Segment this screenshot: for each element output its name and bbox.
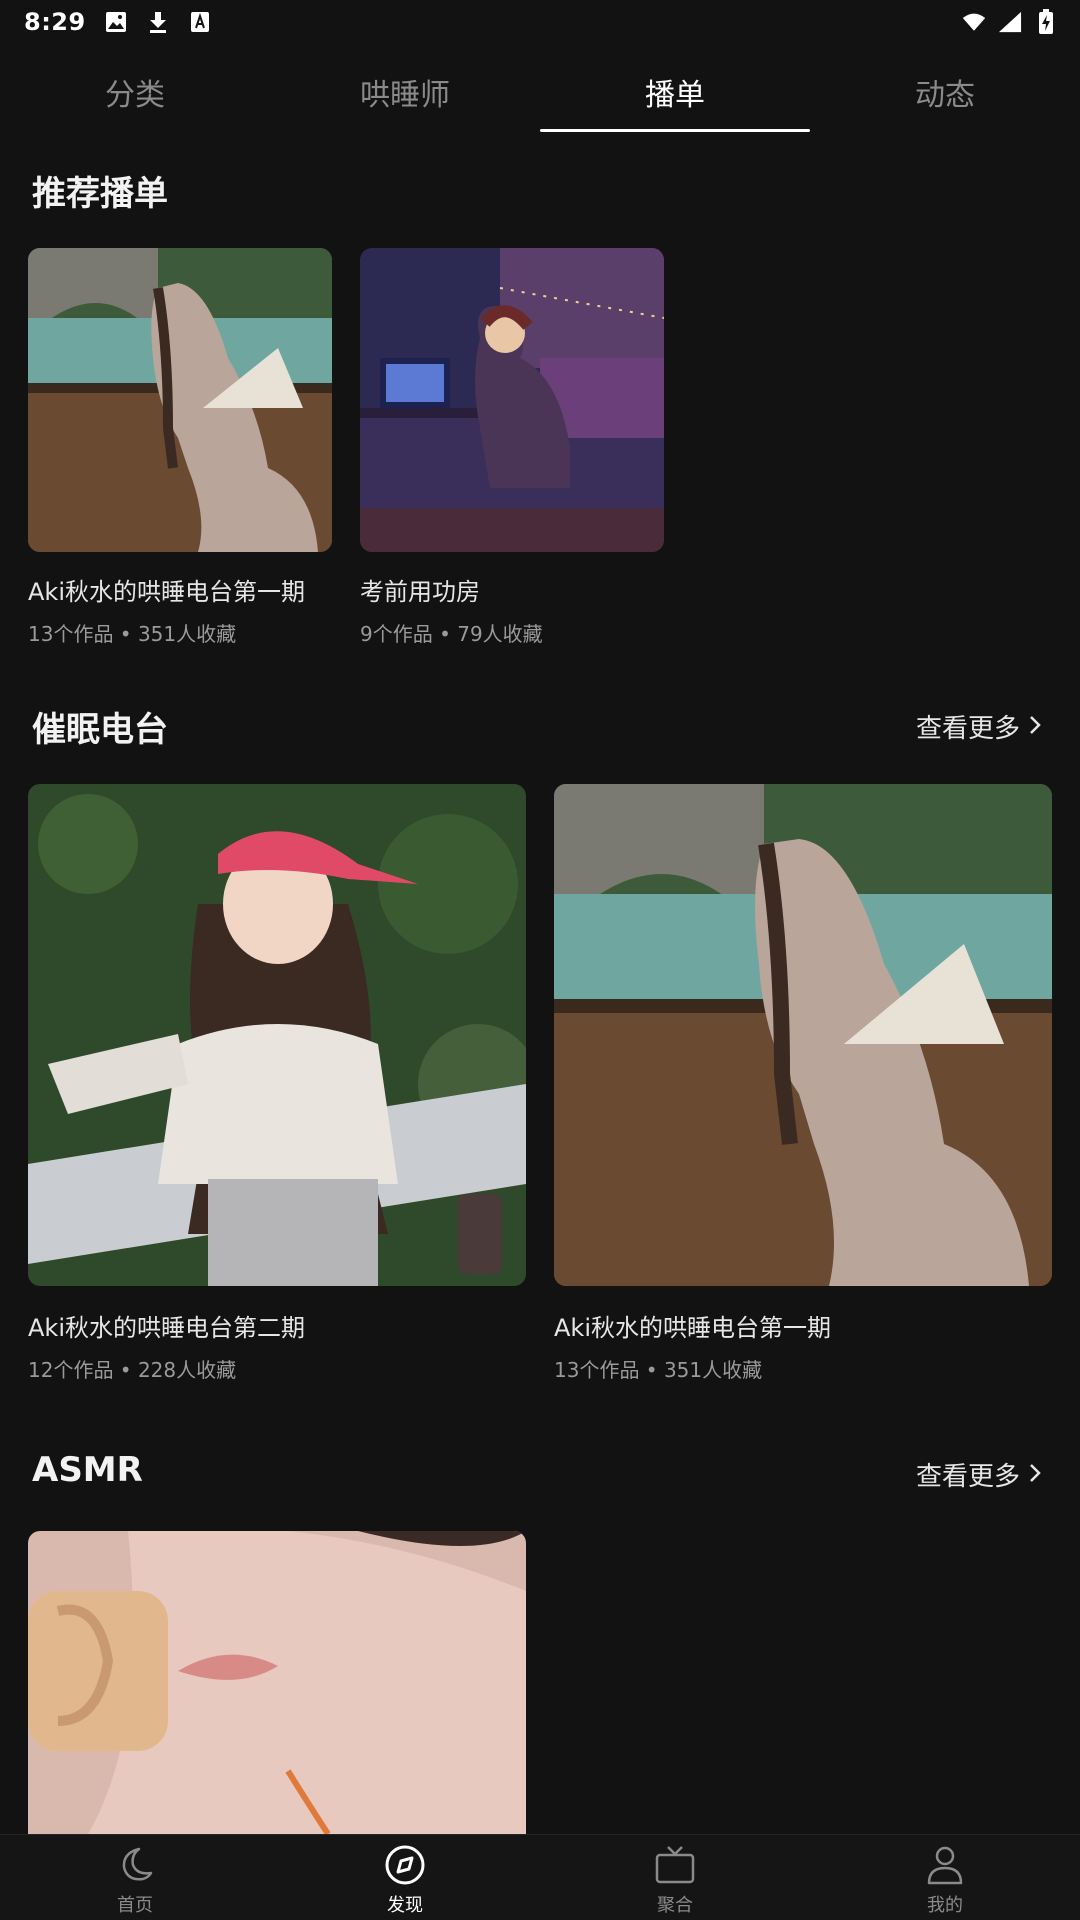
playlist-meta: 9个作品 • 79人收藏	[360, 622, 543, 646]
playlist-title: 考前用功房	[360, 578, 480, 606]
signal-icon	[998, 10, 1022, 34]
nav-label: 首页	[117, 1895, 153, 1916]
image-icon	[104, 10, 128, 34]
battery-charging-icon	[1034, 9, 1058, 34]
nav-label: 聚合	[657, 1895, 693, 1916]
nav-label: 我的	[927, 1895, 963, 1916]
moon-icon	[113, 1843, 157, 1887]
section-title-hypnosis: 催眠电台	[32, 710, 168, 750]
status-bar: 8:29	[0, 0, 1080, 44]
tab-sleep-coach[interactable]: 哄睡师	[270, 56, 540, 132]
nav-home[interactable]: 首页	[0, 1835, 270, 1920]
asmr-see-more-link[interactable]: 查看更多	[916, 1456, 1042, 1493]
playlist-meta: 13个作品 • 351人收藏	[554, 1358, 763, 1382]
playlist-meta: 12个作品 • 228人收藏	[28, 1358, 237, 1382]
hypnosis-see-more-link[interactable]: 查看更多	[916, 708, 1042, 745]
playlist-cover-image	[28, 1531, 526, 1834]
bottom-navigation: 首页 发现 聚合 我的	[0, 1834, 1080, 1920]
app-screen: 8:29 分类 哄睡师 播单 动态 推荐播单 Aki秋水的哄睡电台第一期 13个…	[0, 0, 1080, 1920]
font-icon	[188, 10, 212, 34]
section-title-asmr: ASMR	[32, 1450, 143, 1490]
playlist-title: Aki秋水的哄睡电台第二期	[28, 1314, 305, 1342]
playlist-meta: 13个作品 • 351人收藏	[28, 622, 237, 646]
playlist-card[interactable]	[28, 1531, 526, 1834]
playlist-card[interactable]: 考前用功房 9个作品 • 79人收藏	[360, 248, 664, 648]
top-tabs: 分类 哄睡师 播单 动态	[0, 56, 1080, 132]
playlist-title: Aki秋水的哄睡电台第一期	[28, 578, 305, 606]
compass-icon	[383, 1843, 427, 1887]
section-title-recommended: 推荐播单	[32, 174, 168, 214]
download-icon	[146, 10, 170, 34]
tab-label: 播单	[645, 78, 705, 113]
tab-playlist[interactable]: 播单	[540, 56, 810, 132]
playlist-card[interactable]: Aki秋水的哄睡电台第二期 12个作品 • 228人收藏	[28, 784, 526, 1384]
playlist-cover-image	[28, 784, 526, 1286]
tab-feed[interactable]: 动态	[810, 56, 1080, 132]
chevron-right-icon	[1028, 1460, 1042, 1490]
tab-label: 哄睡师	[360, 78, 450, 113]
nav-aggregate[interactable]: 聚合	[540, 1835, 810, 1920]
playlist-title: Aki秋水的哄睡电台第一期	[554, 1314, 831, 1342]
tv-icon	[653, 1843, 697, 1887]
playlist-cover-image	[360, 248, 664, 552]
wifi-icon	[962, 10, 986, 34]
playlist-card[interactable]: Aki秋水的哄睡电台第一期 13个作品 • 351人收藏	[554, 784, 1052, 1384]
nav-discover[interactable]: 发现	[270, 1835, 540, 1920]
playlist-card[interactable]: Aki秋水的哄睡电台第一期 13个作品 • 351人收藏	[28, 248, 332, 648]
status-time: 8:29	[24, 8, 86, 36]
tab-label: 分类	[105, 78, 165, 113]
chevron-right-icon	[1028, 712, 1042, 742]
user-icon	[923, 1843, 967, 1887]
playlist-cover-image	[554, 784, 1052, 1286]
nav-label: 发现	[387, 1895, 423, 1916]
tab-category[interactable]: 分类	[0, 56, 270, 132]
nav-profile[interactable]: 我的	[810, 1835, 1080, 1920]
playlist-cover-image	[28, 248, 332, 552]
see-more-label: 查看更多	[915, 714, 1020, 744]
see-more-label: 查看更多	[915, 1462, 1020, 1492]
tab-label: 动态	[915, 78, 975, 113]
